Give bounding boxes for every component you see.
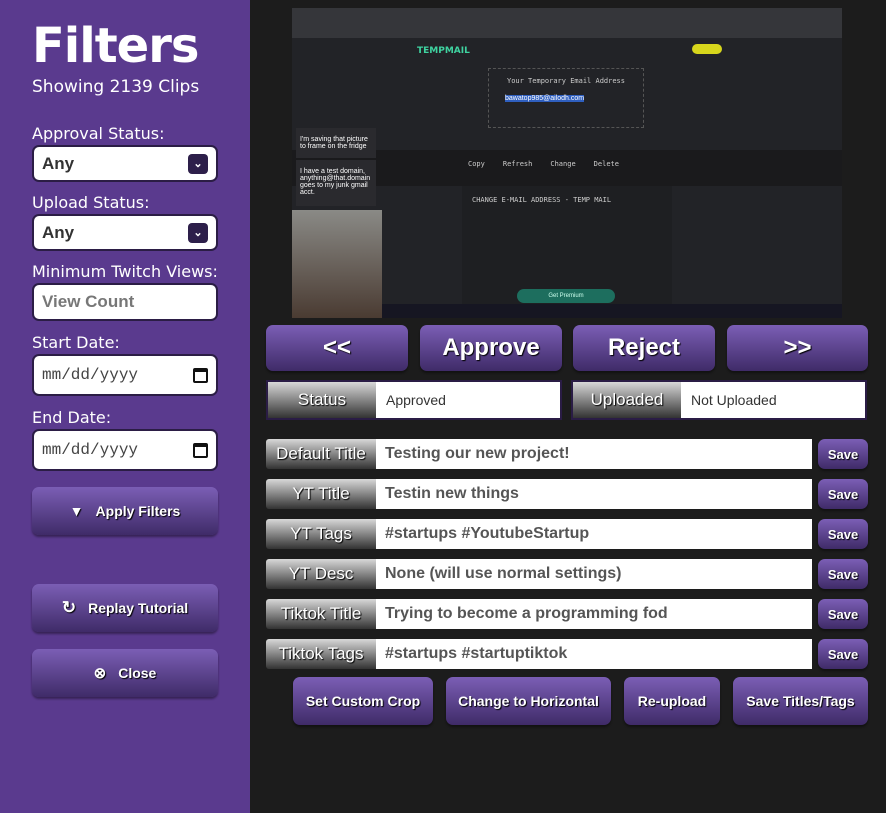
previous-clip-button[interactable]: << [266, 325, 408, 371]
reject-button[interactable]: Reject [573, 325, 715, 371]
uploaded-label: Uploaded [573, 382, 681, 418]
replay-tutorial-label: Replay Tutorial [88, 600, 189, 616]
chat-message: I have a test domain, anything@that.doma… [296, 160, 376, 206]
taskbar [382, 304, 842, 318]
close-label: Close [118, 665, 157, 681]
tiktok-tags-label: Tiktok Tags [266, 639, 376, 669]
tiktok-title-save-button[interactable]: Save [818, 599, 868, 629]
replay-tutorial-button[interactable]: ↻ Replay Tutorial [32, 584, 218, 632]
approval-status-select[interactable]: Any ⌄ [32, 145, 218, 182]
yt-tags-label: YT Tags [266, 519, 376, 549]
default-title-row: Default Title Testing our new project! S… [266, 439, 868, 469]
change-to-horizontal-button[interactable]: Change to Horizontal [446, 677, 611, 725]
clip-count: Showing 2139 Clips [32, 77, 200, 97]
chevron-down-icon: ⌄ [188, 153, 208, 174]
approval-status-display: Status Approved [266, 380, 562, 420]
chat-message: I'm saving that picture to frame on the … [296, 128, 376, 158]
filters-title: Filters [32, 18, 199, 74]
filter-icon: ▼ [69, 503, 84, 519]
default-title-label: Default Title [266, 439, 376, 469]
refresh-action: Refresh [502, 160, 533, 168]
next-clip-button[interactable]: >> [727, 325, 868, 371]
email-heading: Your Temporary Email Address [506, 77, 625, 85]
get-premium-button: Get Premium [517, 289, 615, 303]
change-action: Change [550, 160, 576, 168]
yt-tags-row: YT Tags #startups #YoutubeStartup Save [266, 519, 868, 549]
browser-chrome [292, 8, 842, 38]
status-label: Status [268, 382, 376, 418]
tiktok-title-label: Tiktok Title [266, 599, 376, 629]
start-date-placeholder: mm/dd/yyyy [42, 366, 139, 384]
save-titles-tags-button[interactable]: Save Titles/Tags [733, 677, 868, 725]
yt-desc-label: YT Desc [266, 559, 376, 589]
upload-status-display: Uploaded Not Uploaded [571, 380, 867, 420]
approve-button[interactable]: Approve [420, 325, 562, 371]
premium-pill [692, 44, 722, 54]
webcam-feed [292, 210, 382, 318]
default-title-save-button[interactable]: Save [818, 439, 868, 469]
min-views-input[interactable]: View Count [32, 283, 218, 321]
default-title-input[interactable]: Testing our new project! [376, 439, 812, 469]
clip-video-player[interactable]: TEMPMAIL Your Temporary Email Address ba… [292, 8, 842, 318]
yt-desc-save-button[interactable]: Save [818, 559, 868, 589]
upload-status-select[interactable]: Any ⌄ [32, 214, 218, 251]
tempmail-logo: TEMPMAIL [417, 46, 470, 56]
yt-title-label: YT Title [266, 479, 376, 509]
email-address: bawatop985@ailodh.com [505, 95, 585, 102]
start-date-label: Start Date: [32, 333, 120, 352]
yt-title-input[interactable]: Testin new things [376, 479, 812, 509]
reupload-button[interactable]: Re-upload [624, 677, 720, 725]
end-date-input[interactable]: mm/dd/yyyy [32, 429, 218, 471]
panel-heading: CHANGE E-MAIL ADDRESS - TEMP MAIL [472, 196, 612, 204]
delete-action: Delete [593, 160, 619, 168]
calendar-icon[interactable] [193, 367, 208, 383]
uploaded-value: Not Uploaded [691, 392, 777, 408]
set-custom-crop-button[interactable]: Set Custom Crop [293, 677, 433, 725]
yt-title-save-button[interactable]: Save [818, 479, 868, 509]
tiktok-tags-save-button[interactable]: Save [818, 639, 868, 669]
upload-status-label: Upload Status: [32, 193, 150, 212]
upload-status-value: Any [42, 222, 75, 242]
copy-action: Copy [468, 160, 485, 168]
close-circle-icon: ⊗ [93, 665, 107, 682]
tiktok-title-row: Tiktok Title Trying to become a programm… [266, 599, 868, 629]
min-views-label: Minimum Twitch Views: [32, 262, 218, 281]
yt-title-row: YT Title Testin new things Save [266, 479, 868, 509]
status-value: Approved [386, 392, 446, 408]
yt-desc-row: YT Desc None (will use normal settings) … [266, 559, 868, 589]
min-views-placeholder: View Count [42, 292, 135, 311]
approval-status-label: Approval Status: [32, 124, 165, 143]
apply-filters-button[interactable]: ▼ Apply Filters [32, 487, 218, 535]
change-panel: CHANGE E-MAIL ADDRESS - TEMP MAIL Get Pr… [462, 186, 672, 311]
email-box: Your Temporary Email Address bawatop985@… [488, 68, 644, 128]
approval-status-value: Any [42, 153, 75, 173]
apply-filters-label: Apply Filters [95, 503, 181, 519]
tiktok-title-input[interactable]: Trying to become a programming fod [376, 599, 812, 629]
redo-icon: ↻ [61, 598, 77, 617]
tiktok-tags-row: Tiktok Tags #startups #startuptiktok Sav… [266, 639, 868, 669]
calendar-icon[interactable] [193, 442, 208, 458]
start-date-input[interactable]: mm/dd/yyyy [32, 354, 218, 396]
filters-sidebar: Filters Showing 2139 Clips Approval Stat… [0, 0, 250, 813]
yt-desc-input[interactable]: None (will use normal settings) [376, 559, 812, 589]
yt-tags-save-button[interactable]: Save [818, 519, 868, 549]
close-button[interactable]: ⊗ Close [32, 649, 218, 697]
end-date-label: End Date: [32, 408, 112, 427]
yt-tags-input[interactable]: #startups #YoutubeStartup [376, 519, 812, 549]
tiktok-tags-input[interactable]: #startups #startuptiktok [376, 639, 812, 669]
end-date-placeholder: mm/dd/yyyy [42, 441, 139, 459]
chevron-down-icon: ⌄ [188, 222, 208, 243]
